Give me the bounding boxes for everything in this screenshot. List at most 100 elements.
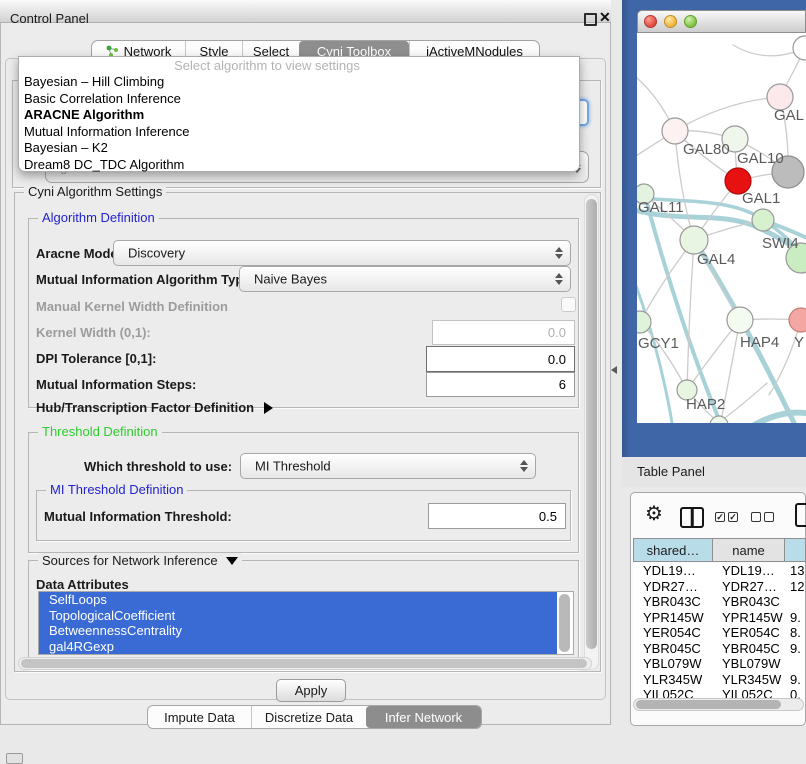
- node-label: GAL1: [742, 190, 780, 207]
- node-label: SWI4: [762, 235, 799, 252]
- table-row[interactable]: YBR045CYBR045C9.: [633, 641, 805, 657]
- manual-kernel-checkbox[interactable]: [561, 297, 576, 312]
- scrollbar-thumb[interactable]: [586, 199, 597, 649]
- node-label: GAL80: [683, 141, 730, 158]
- table-row[interactable]: YBR043CYBR043C: [633, 594, 805, 610]
- table-row[interactable]: YER054CYER054C8.: [633, 625, 805, 641]
- network-edge: [675, 97, 780, 131]
- table-row[interactable]: YLR345WYLR345W9.: [633, 672, 805, 688]
- table-cell: YDR27…: [722, 579, 786, 595]
- column-header-shared-name[interactable]: shared…: [633, 538, 713, 562]
- table-mode-icon[interactable]: [795, 503, 806, 527]
- algorithm-popup-placeholder: Select algorithm to view settings: [19, 57, 579, 74]
- node-label: GCY1: [638, 335, 679, 352]
- mi-threshold-field[interactable]: [428, 503, 566, 529]
- close-traffic-light-icon[interactable]: [644, 15, 657, 28]
- column-header-name[interactable]: name: [713, 538, 785, 562]
- combo-stepper-icon: [555, 247, 563, 259]
- algorithm-item[interactable]: Basic Correlation Inference: [19, 91, 579, 108]
- minimize-traffic-light-icon[interactable]: [664, 15, 677, 28]
- combo-stepper-icon: [555, 273, 563, 285]
- combo-stepper-icon: [520, 460, 528, 472]
- collapse-down-icon: [226, 557, 238, 565]
- collapsed-panel-icon[interactable]: [6, 753, 23, 764]
- algorithm-item[interactable]: Bayesian – K2: [19, 140, 579, 157]
- table-cell: 13: [790, 563, 805, 579]
- table-horizontal-scrollbar[interactable]: [633, 698, 804, 711]
- settings-horizontal-scrollbar[interactable]: [18, 657, 592, 670]
- data-attributes-list: SelfLoops TopologicalCoefficient Between…: [38, 591, 574, 655]
- table-cell: 8.: [790, 625, 805, 641]
- table-cell: YDL19…: [722, 563, 786, 579]
- kernel-width-field[interactable]: [432, 320, 575, 345]
- table-row[interactable]: YPR145WYPR145W9.: [633, 610, 805, 626]
- tab-discretize-data[interactable]: Discretize Data: [251, 706, 366, 728]
- algorithm-item-selected[interactable]: ARACNE Algorithm: [19, 107, 579, 124]
- tab-impute-data[interactable]: Impute Data: [148, 706, 251, 728]
- column-header-clipped[interactable]: [785, 538, 806, 562]
- sources-expander[interactable]: Sources for Network Inference: [38, 553, 242, 568]
- tab-infer-network[interactable]: Infer Network: [366, 706, 481, 728]
- columns-icon[interactable]: [680, 507, 704, 528]
- which-threshold-combo[interactable]: MI Threshold: [240, 453, 536, 479]
- node-label: GAL: [774, 107, 804, 124]
- mi-steps-label: Mutual Information Steps:: [36, 377, 196, 392]
- dpi-tolerance-label: DPI Tolerance [0,1]:: [36, 351, 156, 366]
- network-edge: [749, 413, 806, 423]
- table-cell: 9.: [790, 672, 805, 688]
- network-node[interactable]: [789, 308, 806, 332]
- threshold-definition-title: Threshold Definition: [38, 425, 162, 438]
- expand-right-icon: [264, 402, 273, 414]
- dpi-tolerance-field[interactable]: [426, 346, 575, 372]
- panel-resize-handle-icon[interactable]: [611, 366, 617, 374]
- close-icon[interactable]: ✕: [599, 9, 611, 26]
- node-label: Y: [794, 334, 804, 351]
- zoom-traffic-light-icon[interactable]: [684, 15, 697, 28]
- table-cell: YER054C: [722, 625, 786, 641]
- mi-type-combo[interactable]: Naive Bayes: [239, 266, 571, 292]
- list-item[interactable]: TopologicalCoefficient: [39, 608, 557, 624]
- which-threshold-label: Which threshold to use:: [84, 459, 232, 474]
- table-cell: YDL19…: [643, 563, 715, 579]
- mi-type-label: Mutual Information Algorithm Type:: [36, 272, 255, 287]
- gear-icon[interactable]: ⚙: [645, 501, 663, 526]
- network-node[interactable]: [752, 209, 774, 231]
- node-label: GAL4: [697, 251, 735, 268]
- control-panel-titlebar: [0, 0, 611, 23]
- list-scrollbar-thumb[interactable]: [559, 594, 570, 652]
- bottom-tab-bar: Impute Data Discretize Data Infer Networ…: [147, 705, 482, 729]
- network-node[interactable]: [727, 307, 753, 333]
- hub-definition-label: Hub/Transcription Factor Definition: [36, 400, 254, 415]
- table-cell: YBR045C: [643, 641, 715, 657]
- network-node[interactable]: [680, 226, 708, 254]
- table-cell: YER054C: [643, 625, 715, 641]
- node-label: GAL11: [638, 199, 684, 216]
- list-item[interactable]: BetweennessCentrality: [39, 623, 557, 639]
- table-cell: 12: [790, 579, 805, 595]
- select-all-icon[interactable]: [715, 512, 738, 522]
- table-cell: 9.: [790, 610, 805, 626]
- apply-button[interactable]: Apply: [276, 679, 346, 702]
- network-window-titlebar[interactable]: [637, 10, 806, 33]
- table-row[interactable]: YBL079WYBL079W: [633, 656, 805, 672]
- algorithm-item[interactable]: Bayesian – Hill Climbing: [19, 74, 579, 91]
- network-canvas[interactable]: GALGAL80GAL10GAL1GAL11SWI4GAL4GCY1HAP4YH…: [637, 33, 806, 423]
- mi-threshold-label: Mutual Information Threshold:: [44, 509, 232, 524]
- table-row[interactable]: YDR27…YDR27…12: [633, 579, 805, 595]
- list-item[interactable]: SelfLoops: [39, 592, 557, 608]
- algorithm-item[interactable]: Dream8 DC_TDC Algorithm: [19, 157, 579, 174]
- network-node[interactable]: [793, 36, 806, 60]
- aracne-mode-combo[interactable]: Discovery: [113, 240, 571, 266]
- list-item[interactable]: gal4RGexp: [39, 639, 557, 655]
- scrollbar-thumb[interactable]: [636, 700, 781, 709]
- hub-definition-expander[interactable]: Hub/Transcription Factor Definition: [36, 400, 273, 415]
- mi-steps-field[interactable]: [426, 372, 575, 397]
- control-panel-title: Control Panel: [10, 11, 89, 26]
- deselect-all-icon[interactable]: [751, 512, 774, 522]
- table-row[interactable]: YDL19…YDL19…13: [633, 563, 805, 579]
- checked-box-icon: [728, 512, 738, 522]
- float-window-icon[interactable]: [584, 13, 597, 26]
- scrollbar-thumb[interactable]: [21, 659, 587, 668]
- settings-vertical-scrollbar[interactable]: [584, 194, 599, 670]
- algorithm-item[interactable]: Mutual Information Inference: [19, 124, 579, 141]
